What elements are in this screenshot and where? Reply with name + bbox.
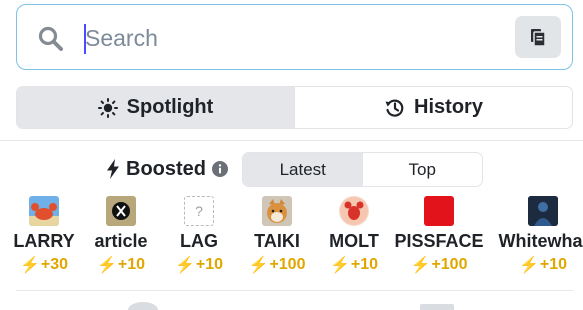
boost-amount: ⚡ +100 — [411, 255, 468, 275]
bolt-icon: ⚡ — [174, 257, 195, 274]
boost-amount-value: +100 — [431, 256, 468, 273]
boost-amount-value: +10 — [195, 256, 224, 273]
bolt-icon: ⚡ — [96, 257, 117, 274]
boost-amount-value: +10 — [539, 256, 568, 273]
boost-amount-value: +30 — [40, 256, 69, 273]
tab-spotlight-label: Spotlight — [126, 96, 214, 118]
shiba-icon — [262, 196, 292, 226]
bolt-icon: ⚡ — [248, 257, 269, 274]
x-logo-icon — [106, 196, 136, 226]
info-icon[interactable] — [212, 161, 228, 177]
history-icon — [385, 99, 404, 117]
section-divider — [0, 140, 583, 141]
thumbnail — [420, 304, 454, 310]
tab-latest[interactable]: Latest — [243, 153, 363, 186]
boosted-title: Boosted — [126, 157, 206, 180]
main-tabs: Spotlight History — [16, 86, 573, 129]
boosted-item-name: LAG — [180, 231, 218, 251]
boosted-item-name: article — [94, 231, 148, 251]
boosted-item-name: PISSFACE — [394, 231, 484, 251]
boosted-item-name: LARRY — [13, 231, 75, 251]
boost-amount: ⚡ +10 — [97, 255, 145, 275]
bolt-icon: ⚡ — [329, 257, 350, 274]
boost-amount: ⚡ +30 — [20, 255, 68, 275]
boosted-item-name: TAIKI — [254, 231, 300, 251]
crab-icon — [29, 196, 59, 226]
boost-amount: ⚡ +10 — [175, 255, 223, 275]
red-lobster-icon — [339, 196, 369, 226]
search-icon — [38, 26, 63, 51]
tab-history[interactable]: History — [294, 87, 572, 128]
avatar — [128, 302, 158, 310]
bolt-icon — [107, 159, 119, 179]
boosted-item-name: Whitewhal — [498, 231, 583, 251]
boosted-list: LARRY ⚡ +30 article ⚡ +10 ? LAG ⚡ +10 TAIKI… — [0, 196, 583, 280]
boosted-item-name: MOLT — [329, 231, 379, 251]
tab-top[interactable]: Top — [363, 153, 483, 186]
boost-amount-value: +10 — [117, 256, 146, 273]
search-input[interactable] — [85, 19, 505, 57]
boost-amount-value: +100 — [269, 256, 306, 273]
bolt-icon: ⚡ — [518, 257, 539, 274]
whale-figure-icon — [528, 196, 558, 226]
boosted-item[interactable]: PISSFACE ⚡ +100 — [389, 196, 489, 275]
bolt-icon: ⚡ — [410, 257, 431, 274]
paste-button[interactable] — [515, 16, 561, 58]
search-box[interactable] — [16, 4, 573, 70]
bolt-icon: ⚡ — [19, 257, 40, 274]
tab-history-label: History — [414, 96, 483, 118]
list-divider — [16, 290, 573, 291]
boost-amount: ⚡ +10 — [330, 255, 378, 275]
red-square-icon — [424, 196, 454, 226]
boost-amount: ⚡ +100 — [249, 255, 306, 275]
boosted-item[interactable]: Whitewhal ⚡ +10 — [493, 196, 583, 275]
boosted-heading: Boosted — [106, 156, 228, 182]
clipboard-icon — [531, 29, 546, 47]
boost-amount-value: +10 — [350, 256, 379, 273]
unknown-token-icon: ? — [184, 196, 214, 226]
boosted-tabs: Latest Top — [242, 152, 483, 187]
tab-spotlight[interactable]: Spotlight — [17, 87, 294, 128]
boost-amount: ⚡ +10 — [519, 255, 567, 275]
sun-icon — [97, 97, 118, 118]
